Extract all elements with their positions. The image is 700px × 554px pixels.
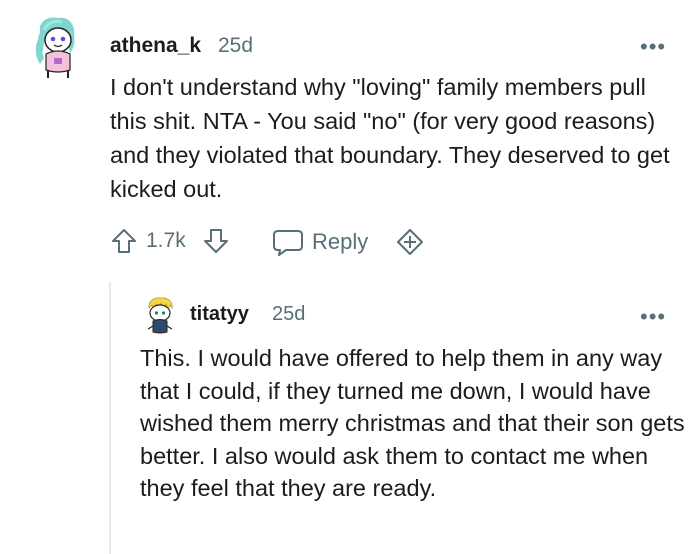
downvote-arrow-icon [204, 229, 228, 253]
more-options-icon: ••• [640, 34, 667, 59]
reply-body: This. I would have offered to help them … [140, 345, 685, 501]
upvote-button[interactable] [110, 227, 138, 255]
more-options-icon: ••• [640, 304, 667, 329]
speech-bubble-icon [273, 230, 303, 256]
reply-button[interactable] [272, 228, 304, 256]
comment-body: I don't understand why "loving" family m… [110, 74, 670, 202]
more-options-button[interactable]: ••• [640, 306, 666, 328]
snoo-avatar-icon [147, 297, 173, 334]
thread-line[interactable] [109, 282, 111, 554]
upvote-arrow-icon [112, 229, 136, 253]
reply-label[interactable]: Reply [312, 229, 368, 255]
more-options-button[interactable]: ••• [640, 36, 666, 58]
avatar[interactable] [32, 14, 80, 80]
downvote-button[interactable] [202, 227, 230, 255]
award-plus-icon [397, 229, 423, 255]
reply-avatar[interactable] [144, 296, 176, 336]
comment-author[interactable]: athena_k [110, 34, 201, 58]
comment-timestamp[interactable]: 25d [218, 34, 253, 58]
snoo-avatar-icon [35, 17, 75, 78]
reply-timestamp[interactable]: 25d [272, 303, 305, 326]
reply-author[interactable]: titatyy [190, 303, 249, 326]
vote-score: 1.7k [146, 229, 186, 252]
award-button[interactable] [394, 228, 426, 256]
